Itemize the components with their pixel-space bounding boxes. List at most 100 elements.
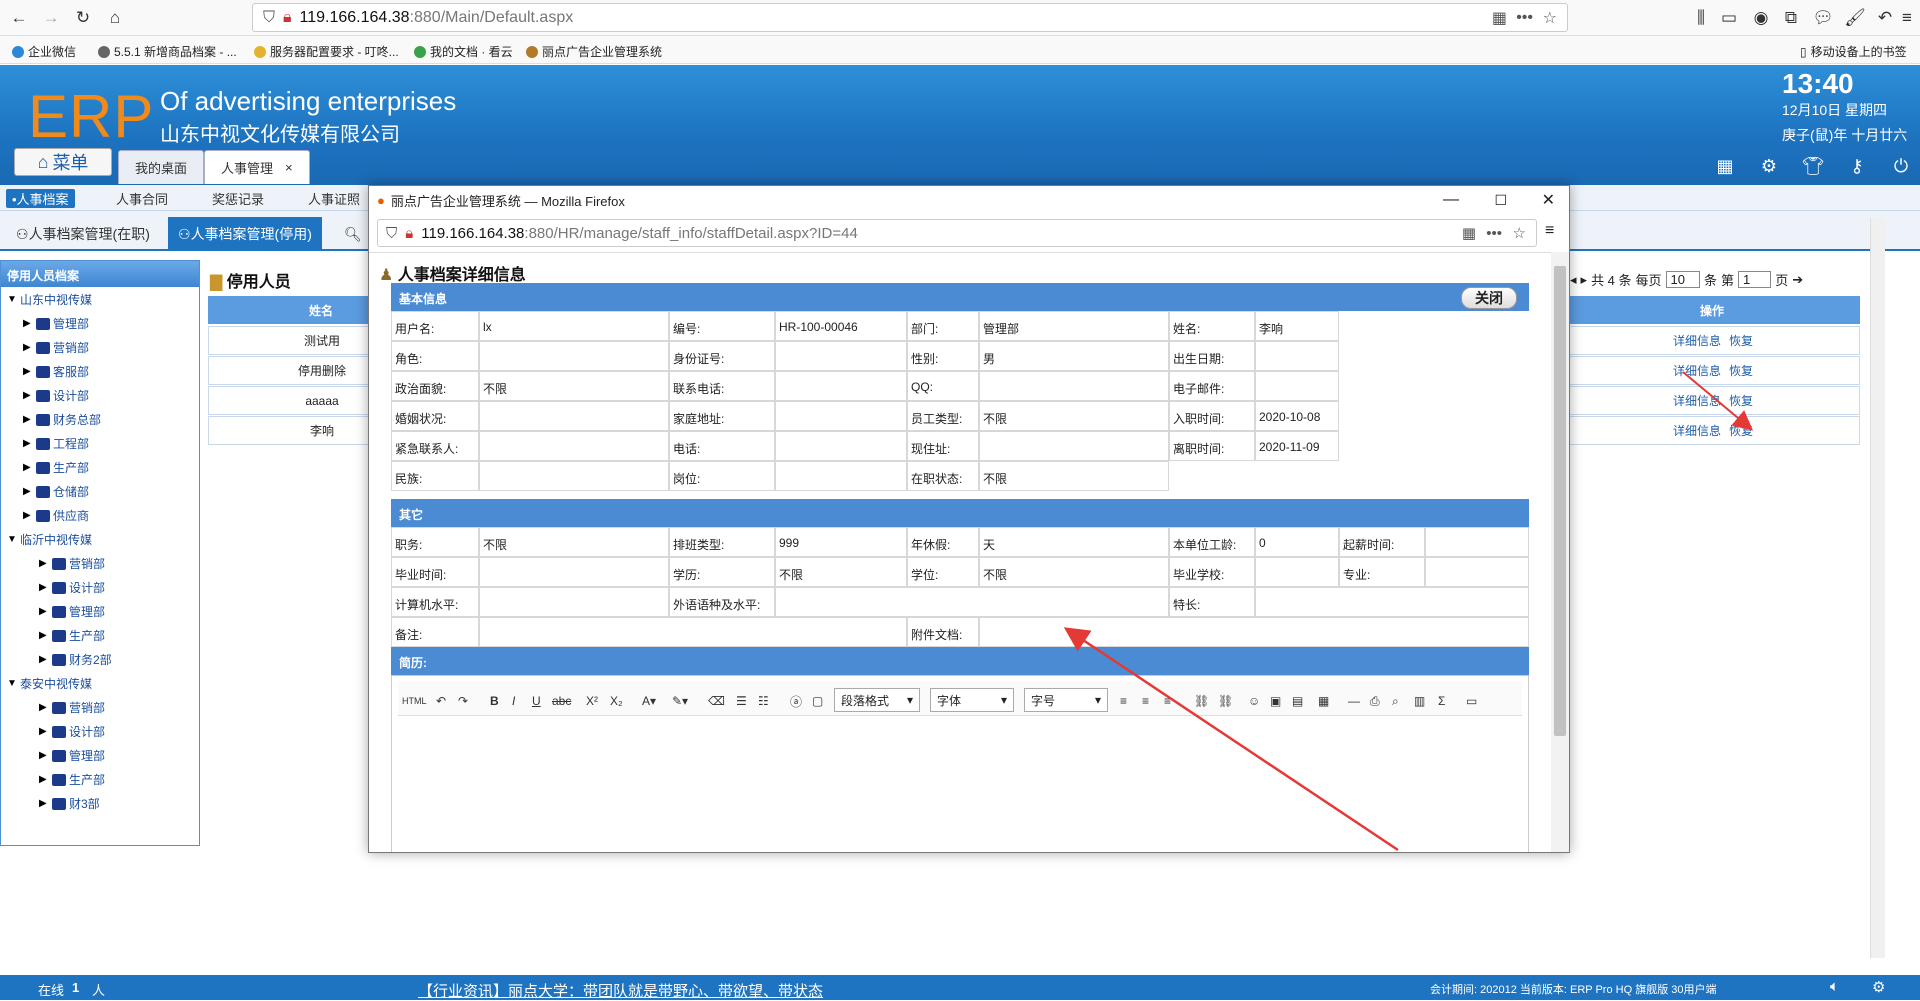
highlight-icon[interactable]: ✎▾ xyxy=(672,690,688,712)
expand-right-icon[interactable]: ▶ xyxy=(39,582,49,593)
bold-icon[interactable]: B xyxy=(490,690,499,712)
volume-icon[interactable]: 🔈︎ xyxy=(1830,978,1839,995)
restore-link[interactable]: 恢复 xyxy=(1729,424,1753,438)
eraser-icon[interactable]: ⌫ xyxy=(708,690,725,712)
expand-right-icon[interactable]: ▶ xyxy=(23,462,33,473)
sidebar-icon[interactable]: ▭ xyxy=(1716,5,1742,31)
news-ticker[interactable]: 【行业资讯】丽点大学：带团队就是带野心、带欲望、带状态 xyxy=(418,980,823,1001)
nav-staff-archive[interactable]: •人事档案 xyxy=(6,189,75,208)
bookmark-2[interactable]: 服务器配置要求 - 叮咚... xyxy=(254,43,399,60)
align-center-icon[interactable]: ≡ xyxy=(1142,690,1149,712)
nav-certificate[interactable]: 人事证照 xyxy=(308,189,360,208)
tree-node[interactable]: ▶ 客服部 xyxy=(23,363,89,380)
bookmark-3[interactable]: 我的文档 · 看云 xyxy=(414,43,513,60)
tree-node[interactable]: ▶ 管理部 xyxy=(39,603,105,620)
expand-down-icon[interactable]: ▼ xyxy=(7,294,17,305)
expand-down-icon[interactable]: ▼ xyxy=(7,534,17,545)
tree-node[interactable]: ▶ 管理部 xyxy=(39,747,105,764)
bookmark-1[interactable]: 5.5.1 新增商品档案 - ... xyxy=(98,43,237,60)
star-icon[interactable]: ☆ xyxy=(1513,224,1526,242)
qr-icon[interactable]: ▦ xyxy=(1462,224,1476,242)
emoji-icon[interactable]: ☺ xyxy=(1248,690,1260,712)
tree-node[interactable]: ▼ 临沂中视传媒 xyxy=(7,531,92,548)
align-left-icon[interactable]: ≡ xyxy=(1120,690,1127,712)
tree-node[interactable]: ▶ 财务2部 xyxy=(39,651,112,668)
size-select[interactable]: 字号 ▾ xyxy=(1024,688,1108,712)
nav-reward[interactable]: 奖惩记录 xyxy=(212,189,264,208)
address-bar[interactable]: ⛉ 🔒︎ 119.166.164.38:880/Main/Default.asp… xyxy=(252,3,1568,32)
image-icon[interactable]: ▣ xyxy=(1270,690,1281,712)
restore-link[interactable]: 恢复 xyxy=(1729,334,1753,348)
tree-node[interactable]: ▶ 生产部 xyxy=(39,627,105,644)
tree-node[interactable]: ▶ 仓储部 xyxy=(23,483,89,500)
forward-icon[interactable]: → xyxy=(38,5,64,31)
tab-hr[interactable]: 人事管理 × xyxy=(204,150,310,184)
tab-active-staff[interactable]: ⚇ 人事档案管理(在职) xyxy=(6,217,160,251)
expand-right-icon[interactable]: ▶ xyxy=(39,798,49,809)
minimize-icon[interactable]: — xyxy=(1443,191,1459,209)
expand-right-icon[interactable]: ▶ xyxy=(39,558,49,569)
unordered-list-icon[interactable]: ☷ xyxy=(758,690,769,712)
close-icon[interactable]: × xyxy=(285,160,293,175)
detail-link[interactable]: 详细信息 xyxy=(1673,334,1721,348)
tree-node[interactable]: ▶ 营销部 xyxy=(39,555,105,572)
font-color-icon[interactable]: A▾ xyxy=(642,690,656,712)
tree-node[interactable]: ▶ 生产部 xyxy=(39,771,105,788)
redo-icon[interactable]: ↷ xyxy=(458,690,468,712)
map-icon[interactable]: ▦ xyxy=(1318,690,1329,712)
page-input[interactable]: 1 xyxy=(1738,271,1772,288)
link-icon[interactable]: ⛓ xyxy=(1194,690,1209,712)
subscript-icon[interactable]: X₂ xyxy=(610,690,623,712)
restore-link[interactable]: 恢复 xyxy=(1729,394,1753,408)
expand-right-icon[interactable]: ▶ xyxy=(23,414,33,425)
popup-address-bar[interactable]: ⛉ 🔒︎ 119.166.164.38:880/HR/manage/staff_… xyxy=(377,219,1537,247)
video-icon[interactable]: ▤ xyxy=(1292,690,1303,712)
expand-right-icon[interactable]: ▶ xyxy=(39,702,49,713)
html-icon[interactable]: HTML xyxy=(402,690,427,712)
go-icon[interactable]: ➔ xyxy=(1792,272,1803,288)
resume-editor[interactable]: HTML ↶ ↷ B I U abc X² X₂ A▾ ✎▾ ⌫ ☰ ☷ ⓐ ▢… xyxy=(391,675,1529,852)
grid-icon[interactable]: ▦ xyxy=(1714,155,1736,177)
tree-node[interactable]: ▼ 泰安中视传媒 xyxy=(7,675,92,692)
close-button[interactable]: 关闭 xyxy=(1461,287,1517,309)
expand-right-icon[interactable]: ▶ xyxy=(23,510,33,521)
tree-node[interactable]: ▶ 营销部 xyxy=(39,699,105,716)
library-icon[interactable]: ⫼ xyxy=(1688,5,1714,31)
formula-icon[interactable]: Σ xyxy=(1438,690,1445,712)
bookmark-4[interactable]: 丽点广告企业管理系统 xyxy=(526,43,662,60)
expand-right-icon[interactable]: ▶ xyxy=(39,726,49,737)
expand-right-icon[interactable]: ▶ xyxy=(23,342,33,353)
print-icon[interactable]: ⎙ xyxy=(1370,690,1380,712)
menu-button[interactable]: ⌂ 菜单 xyxy=(14,148,112,176)
scroll-thumb[interactable] xyxy=(1554,266,1566,736)
anchor-icon[interactable]: ⓐ xyxy=(790,690,802,712)
bookmark-0[interactable]: 企业微信 xyxy=(12,43,76,60)
reload-icon[interactable]: ↻ xyxy=(70,5,96,31)
superscript-icon[interactable]: X² xyxy=(586,690,598,712)
back-icon[interactable]: ← xyxy=(6,5,32,31)
power-icon[interactable]: ⏻ xyxy=(1890,155,1912,177)
paste-icon[interactable]: ▥ xyxy=(1414,690,1425,712)
italic-icon[interactable]: I xyxy=(512,690,515,712)
home-icon[interactable]: ⌂ xyxy=(102,5,128,31)
account-icon[interactable]: ◉ xyxy=(1748,5,1774,31)
prev-icon[interactable]: ◂ xyxy=(1570,272,1577,288)
next-icon[interactable]: ▸ xyxy=(1581,272,1588,288)
preview-icon[interactable]: ⌕ xyxy=(1392,690,1399,712)
tree-node[interactable]: ▶ 财务总部 xyxy=(23,411,101,428)
tree-node[interactable]: ▶ 营销部 xyxy=(23,339,89,356)
maximize-icon[interactable]: ☐ xyxy=(1494,192,1507,209)
unlink-icon[interactable]: ⛓ xyxy=(1218,690,1233,712)
popup-scrollbar[interactable] xyxy=(1551,252,1569,852)
shirt-icon[interactable]: 👕︎ xyxy=(1802,155,1825,177)
strike-icon[interactable]: abc xyxy=(552,690,571,712)
expand-right-icon[interactable]: ▶ xyxy=(39,630,49,641)
expand-right-icon[interactable]: ▶ xyxy=(23,438,33,449)
fullscreen-icon[interactable]: ▭ xyxy=(1466,690,1477,712)
nav-contract[interactable]: 人事合同 xyxy=(116,189,168,208)
detail-link[interactable]: 详细信息 xyxy=(1673,394,1721,408)
tab-disabled-staff[interactable]: ⚇ 人事档案管理(停用) xyxy=(168,217,322,251)
hr-icon[interactable]: — xyxy=(1348,690,1360,712)
expand-right-icon[interactable]: ▶ xyxy=(39,774,49,785)
detail-link[interactable]: 详细信息 xyxy=(1673,424,1721,438)
